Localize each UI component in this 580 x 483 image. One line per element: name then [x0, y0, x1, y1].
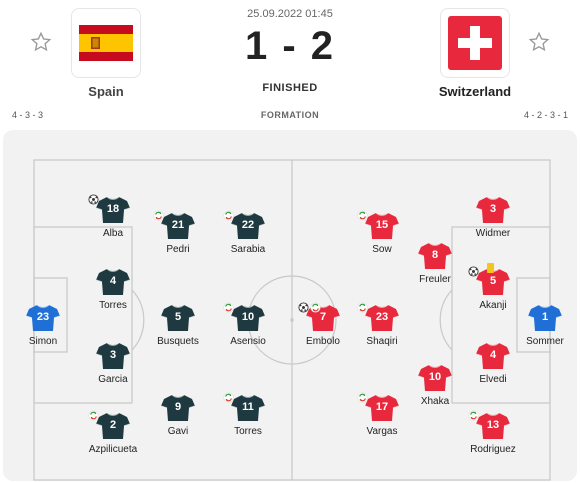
player-number: 1: [541, 311, 549, 323]
match-score: 1 - 2: [244, 24, 336, 68]
substitution-icon: [357, 300, 368, 313]
player-number: 10: [241, 311, 255, 323]
match-date: 25.09.2022 01:45: [247, 8, 333, 20]
player-number: 2: [109, 419, 117, 431]
player-number: 4: [489, 349, 497, 361]
home-player[interactable]: 22 Sarabia: [213, 210, 283, 264]
away-player[interactable]: 3 Widmer: [458, 196, 528, 248]
home-player[interactable]: 2 Azpilicueta: [78, 410, 148, 464]
player-number: 15: [375, 219, 389, 231]
substitution-icon: [223, 300, 234, 313]
pitch: 23 Simon 18 Alba 4 Torres 3 Garcia 2 Azpilicueta 2…: [3, 130, 577, 481]
player-name: Asensio: [230, 336, 266, 347]
substitution-icon: [88, 408, 99, 421]
player-name: Torres: [99, 300, 127, 311]
substitution-icon: [310, 300, 321, 313]
player-number: 8: [431, 249, 439, 261]
goal-ball-icon: [88, 192, 99, 205]
player-name: Sow: [372, 244, 392, 255]
home-player[interactable]: 4 Torres: [78, 268, 148, 320]
player-number: 3: [109, 349, 117, 361]
home-player[interactable]: 3 Garcia: [78, 342, 148, 394]
away-player[interactable]: 17 Vargas: [347, 392, 417, 446]
match-lineup-screen: Spain Switzerland 25.09.2022 01:45 1 - 2…: [0, 0, 580, 483]
substitution-icon: [357, 390, 368, 403]
home-player[interactable]: 11 Torres: [213, 392, 283, 446]
substitution-icon: [153, 208, 164, 221]
player-number: 17: [375, 401, 389, 413]
formation-title: FORMATION: [260, 110, 320, 120]
player-name: Simon: [28, 336, 58, 347]
goal-ball-icon: [298, 300, 309, 313]
yellow-card-icon: [487, 263, 494, 273]
player-name: Vargas: [366, 426, 398, 437]
home-player[interactable]: 9 Gavi: [143, 394, 213, 446]
player-name: Freuler: [419, 274, 451, 285]
match-status: FINISHED: [262, 82, 318, 94]
home-player[interactable]: 5 Busquets: [143, 304, 213, 356]
home-player[interactable]: 23 Simon: [8, 304, 78, 356]
away-player[interactable]: 13 Rodriguez: [458, 410, 528, 464]
player-name: Embolo: [306, 336, 340, 347]
player-number: 21: [171, 219, 185, 231]
player-number: 22: [241, 219, 255, 231]
player-name: Akanji: [479, 300, 507, 311]
player-number: 23: [375, 311, 389, 323]
player-number: 9: [174, 401, 182, 413]
player-name: Pedri: [166, 244, 190, 255]
player-name: Garcia: [98, 374, 128, 385]
substitution-icon: [223, 390, 234, 403]
away-formation: 4 - 2 - 3 - 1: [523, 110, 568, 120]
player-name: Gavi: [167, 426, 189, 437]
substitution-icon: [223, 208, 234, 221]
player-name: Rodriguez: [470, 444, 516, 455]
substitution-icon: [357, 208, 368, 221]
player-number: 5: [489, 275, 497, 287]
away-player[interactable]: 7 Embolo: [288, 302, 358, 356]
formation-bar: 4 - 3 - 3 FORMATION 4 - 2 - 3 - 1: [0, 106, 580, 124]
player-name: Sarabia: [230, 244, 266, 255]
player-number: 3: [489, 203, 497, 215]
player-number: 4: [109, 275, 117, 287]
player-number: 23: [36, 311, 50, 323]
player-name: Alba: [102, 228, 123, 239]
home-player[interactable]: 21 Pedri: [143, 210, 213, 264]
player-name: Widmer: [475, 228, 511, 239]
player-number: 13: [486, 419, 500, 431]
player-name: Azpilicueta: [88, 444, 138, 455]
away-player[interactable]: 15 Sow: [347, 210, 417, 264]
player-number: 5: [174, 311, 182, 323]
home-player[interactable]: 10 Asensio: [213, 302, 283, 356]
player-number: 18: [106, 203, 120, 215]
player-number: 10: [428, 371, 442, 383]
player-name: Busquets: [157, 336, 199, 347]
home-player[interactable]: 18 Alba: [78, 194, 148, 248]
player-name: Torres: [234, 426, 262, 437]
player-number: 11: [242, 401, 254, 413]
